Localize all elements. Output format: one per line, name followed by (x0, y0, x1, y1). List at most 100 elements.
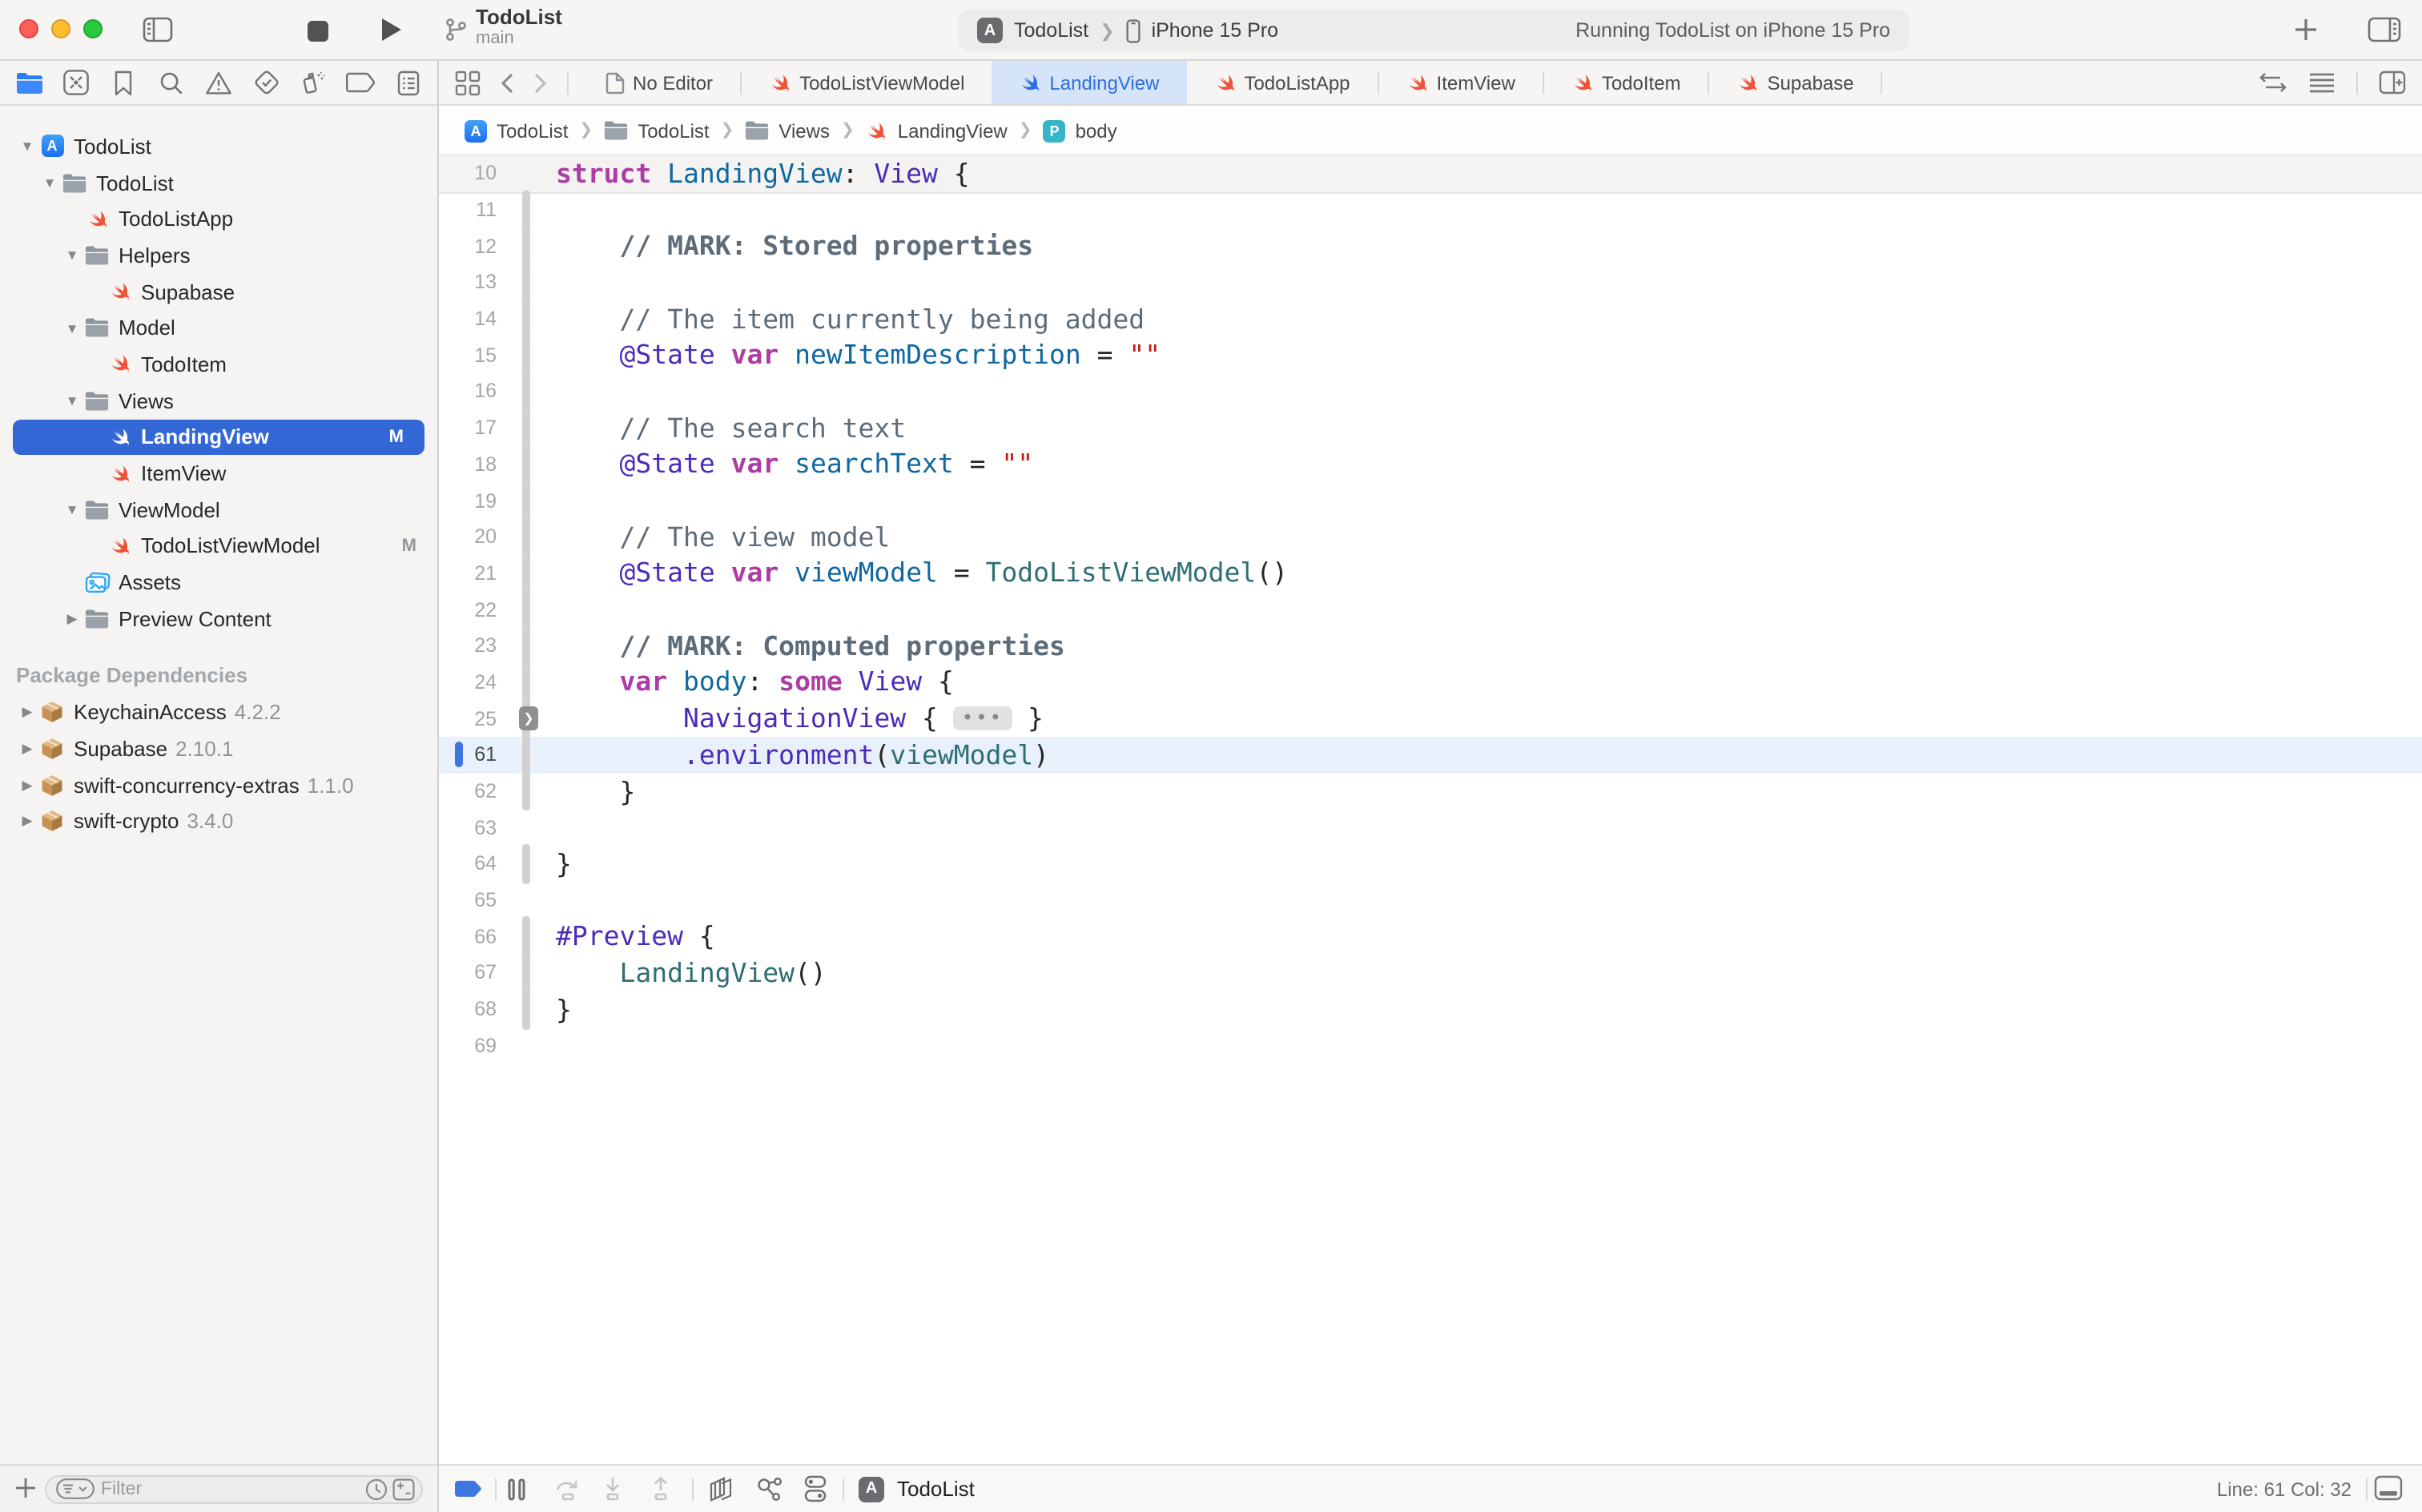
code-line-20[interactable]: 20 // The view model (439, 519, 2422, 555)
environment-overrides-icon[interactable] (804, 1466, 827, 1512)
breakpoint-navigator-icon[interactable] (345, 66, 377, 99)
disclosure-closed-icon[interactable]: ▶ (16, 740, 38, 758)
debug-navigator-icon[interactable] (298, 66, 330, 99)
toggle-inspector-icon[interactable] (2368, 16, 2401, 43)
code-text[interactable]: } (556, 994, 572, 1024)
line-number[interactable]: 65 (439, 889, 497, 911)
sidebar-item-landingview[interactable]: LandingViewM (13, 419, 424, 455)
code-line-16[interactable]: 16 (439, 373, 2422, 409)
code-text[interactable]: #Preview { (556, 922, 715, 952)
line-number[interactable]: 20 (439, 525, 497, 548)
tab-todolistapp[interactable]: TodoListApp (1186, 61, 1377, 104)
step-over-button[interactable] (554, 1466, 581, 1512)
package-item-swift-crypto[interactable]: ▶swift-crypto3.4.0 (0, 803, 437, 839)
report-navigator-icon[interactable] (392, 66, 424, 99)
line-number[interactable]: 10 (439, 163, 497, 185)
breadcrumb-item[interactable]: Views (745, 119, 830, 142)
folded-code-ellipsis[interactable]: ••• (954, 706, 1012, 730)
disclosure-open-icon[interactable]: ▼ (61, 247, 83, 263)
breadcrumb-item[interactable]: LandingView (866, 119, 1008, 142)
run-button[interactable] (380, 16, 404, 43)
package-item-supabase[interactable]: ▶Supabase2.10.1 (0, 730, 437, 766)
sidebar-item-todolistviewmodel[interactable]: TodoListViewModelM (0, 528, 437, 564)
code-text[interactable]: .environment(viewModel) (556, 740, 1049, 770)
add-file-button[interactable] (14, 1477, 37, 1499)
line-number[interactable]: 66 (439, 926, 497, 948)
code-text[interactable]: @State var viewModel = TodoListViewModel… (556, 558, 1288, 589)
line-number[interactable]: 63 (439, 816, 497, 838)
code-text[interactable]: } (556, 776, 635, 806)
code-line-64[interactable]: 64} (439, 846, 2422, 882)
disclosure-open-icon[interactable]: ▼ (38, 175, 61, 191)
source-control-status-filter-icon[interactable] (392, 1478, 415, 1500)
bookmark-navigator-icon[interactable] (108, 66, 140, 99)
code-text[interactable]: var body: some View { (556, 667, 954, 698)
memory-graph-debugger-icon[interactable] (756, 1466, 783, 1512)
line-number[interactable]: 25 (439, 707, 497, 730)
disclosure-open-icon[interactable]: ▼ (61, 501, 83, 517)
code-line-12[interactable]: 12 // MARK: Stored properties (439, 228, 2422, 264)
toggle-debug-area-icon[interactable] (2374, 1475, 2403, 1501)
test-navigator-icon[interactable] (250, 66, 282, 99)
code-text[interactable]: @State var searchText = "" (556, 449, 1033, 480)
sidebar-item-views[interactable]: ▼Views (0, 383, 437, 419)
sidebar-item-todolistapp[interactable]: TodoListApp (0, 201, 437, 237)
line-number[interactable]: 22 (439, 598, 497, 621)
swap-editor-icon[interactable] (2259, 72, 2287, 93)
adjust-editor-options-icon[interactable] (2308, 72, 2336, 93)
code-line-68[interactable]: 68} (439, 991, 2422, 1027)
code-line-23[interactable]: 23 // MARK: Computed properties (439, 628, 2422, 664)
line-number[interactable]: 67 (439, 962, 497, 984)
disclosure-closed-icon[interactable]: ▶ (61, 610, 83, 628)
breakpoints-toggle-button[interactable] (455, 1466, 482, 1512)
sidebar-item-itemview[interactable]: ItemView (0, 455, 437, 491)
line-number[interactable]: 17 (439, 416, 497, 439)
disclosure-closed-icon[interactable]: ▶ (16, 776, 38, 794)
step-out-button[interactable] (650, 1466, 671, 1512)
project-navigator-icon[interactable] (13, 66, 45, 99)
code-text[interactable]: // The search text (556, 412, 906, 443)
code-text[interactable]: } (556, 849, 572, 879)
line-number[interactable]: 64 (439, 853, 497, 875)
line-number[interactable]: 62 (439, 780, 497, 802)
running-app-indicator[interactable]: A TodoList (859, 1466, 975, 1512)
code-line-19[interactable]: 19 (439, 482, 2422, 518)
go-back-button[interactable] (500, 71, 514, 94)
active-project-indicator[interactable]: TodoList main (445, 5, 562, 50)
breadcrumb-item[interactable]: ATodoList (465, 119, 568, 142)
sidebar-divider[interactable] (437, 61, 439, 1512)
pause-button[interactable] (508, 1466, 525, 1512)
code-line-22[interactable]: 22 (439, 592, 2422, 628)
disclosure-closed-icon[interactable]: ▶ (16, 703, 38, 721)
code-line-67[interactable]: 67 LandingView() (439, 955, 2422, 991)
breadcrumb-item[interactable]: Pbody (1044, 119, 1117, 142)
filter-input[interactable] (95, 1479, 360, 1498)
line-number[interactable]: 68 (439, 998, 497, 1020)
disclosure-closed-icon[interactable]: ▶ (16, 812, 38, 830)
code-text[interactable]: LandingView() (556, 958, 827, 988)
toggle-navigator-icon[interactable] (143, 16, 173, 43)
line-number[interactable]: 21 (439, 562, 497, 585)
tab-no-editor[interactable]: No Editor (578, 61, 740, 104)
zoom-window-button[interactable] (83, 19, 103, 38)
line-number[interactable]: 16 (439, 380, 497, 403)
disclosure-open-icon[interactable]: ▼ (61, 320, 83, 336)
tab-itemview[interactable]: ItemView (1379, 61, 1543, 104)
code-text[interactable]: // The view model (556, 521, 890, 552)
sidebar-item-assets[interactable]: Assets (0, 565, 437, 601)
tab-landingview[interactable]: LandingView (992, 61, 1186, 104)
go-forward-button[interactable] (533, 71, 548, 94)
line-number[interactable]: 24 (439, 671, 497, 694)
tab-todolistviewmodel[interactable]: TodoListViewModel (742, 61, 992, 104)
editor-layout-grid-icon[interactable] (455, 70, 481, 95)
code-text[interactable]: struct LandingView: View { (556, 159, 970, 189)
find-navigator-icon[interactable] (155, 66, 187, 99)
source-editor[interactable]: 10struct LandingView: View {1112 // MARK… (439, 155, 2422, 1464)
code-line-21[interactable]: 21 @State var viewModel = TodoListViewMo… (439, 555, 2422, 591)
sidebar-item-preview-content[interactable]: ▶Preview Content (0, 601, 437, 637)
disclosure-open-icon[interactable]: ▼ (61, 392, 83, 408)
run-destination[interactable]: iPhone 15 Pro (1152, 19, 1278, 42)
line-number[interactable]: 15 (439, 344, 497, 367)
step-into-button[interactable] (602, 1466, 623, 1512)
code-text[interactable]: NavigationView { ••• } (556, 703, 1044, 734)
